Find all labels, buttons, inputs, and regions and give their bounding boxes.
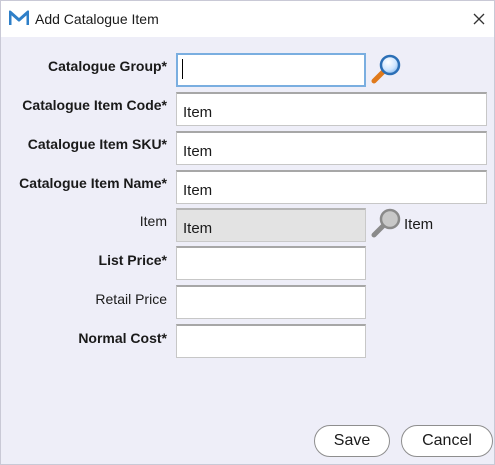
item-name-input[interactable] [176, 170, 487, 204]
list-price-input[interactable] [176, 246, 366, 280]
retail-price-label: Retail Price [95, 291, 167, 307]
text-caret [182, 59, 183, 79]
retail-price-input[interactable] [176, 285, 366, 319]
normal-cost-input[interactable] [176, 324, 366, 358]
item-label: Item [139, 213, 167, 229]
close-icon[interactable] [469, 9, 489, 29]
item-description: Item [404, 216, 434, 233]
item-sku-input[interactable] [176, 131, 487, 165]
window-title: Add Catalogue Item [35, 11, 159, 27]
item-code-label: Catalogue Item Code* [22, 97, 167, 113]
item-name-label: Catalogue Item Name* [19, 175, 167, 191]
item-input [176, 208, 366, 242]
magnifier-icon[interactable] [370, 53, 402, 85]
item-sku-label: Catalogue Item SKU* [27, 136, 167, 152]
catalogue-group-label: Catalogue Group* [47, 58, 167, 74]
item-code-input[interactable] [176, 92, 487, 126]
cancel-button[interactable]: Cancel [401, 425, 493, 457]
list-price-label: List Price* [98, 252, 167, 268]
save-button[interactable]: Save [314, 425, 390, 457]
catalogue-group-input[interactable] [176, 53, 366, 87]
title-bar: Add Catalogue Item [1, 1, 494, 37]
normal-cost-label: Normal Cost* [78, 330, 167, 346]
m-logo-icon [9, 10, 29, 25]
add-catalogue-item-dialog: Add Catalogue Item Catalogue Group* Cata… [0, 0, 495, 465]
magnifier-disabled-icon [371, 208, 401, 238]
